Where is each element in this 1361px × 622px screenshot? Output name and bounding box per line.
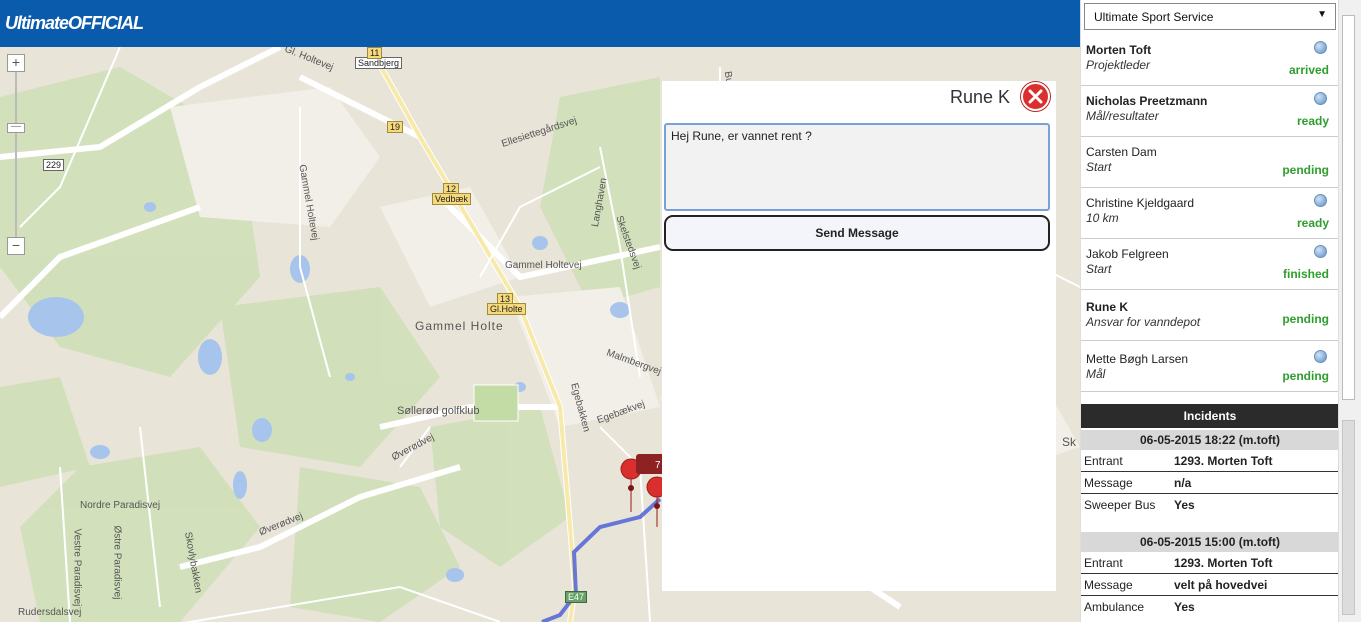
- road-shield: 229: [43, 159, 65, 171]
- map-label-street: Østre Paradisvej: [111, 525, 123, 600]
- sidebar: Ultimate Sport Service ▼ Morten Toft Pro…: [1080, 0, 1339, 622]
- incident-key: Entrant: [1084, 556, 1123, 570]
- close-button[interactable]: [1021, 82, 1050, 111]
- person-role: Projektleder: [1086, 58, 1151, 72]
- person-row[interactable]: Morten Toft Projektleder arrived: [1081, 35, 1339, 86]
- globe-icon[interactable]: [1314, 350, 1327, 363]
- map-label-street: Nordre Paradisvej: [80, 500, 161, 511]
- map-label-town: Gammel Holte: [415, 319, 504, 333]
- person-role: Ansvar for vanndepot: [1086, 315, 1201, 329]
- status-label: pending: [1282, 312, 1329, 326]
- incident-key: Ambulance: [1084, 600, 1145, 614]
- zoom-in-button[interactable]: +: [7, 54, 25, 72]
- globe-icon[interactable]: [1314, 194, 1327, 207]
- team-select-value: Ultimate Sport Service: [1094, 10, 1214, 24]
- road-shield: 19: [387, 121, 404, 133]
- map-place-sign: Vedbæk: [432, 193, 472, 205]
- chevron-down-icon: ▼: [1317, 9, 1327, 20]
- incident-row: Ambulance Yes: [1081, 596, 1339, 618]
- person-name: Christine Kjeldgaard: [1086, 196, 1195, 210]
- close-icon: [1028, 89, 1043, 104]
- person-row[interactable]: Mette Bøgh Larsen Mål pending: [1081, 341, 1339, 392]
- person-name: Mette Bøgh Larsen: [1086, 352, 1189, 366]
- status-label: ready: [1296, 216, 1329, 230]
- road-shield: 11: [367, 47, 383, 59]
- incident-date: 06-05-2015 15:00 (m.toft): [1081, 532, 1339, 552]
- zoom-out-button[interactable]: −: [7, 237, 25, 255]
- incident-value: 1293. Morten Toft: [1174, 454, 1273, 468]
- send-message-button[interactable]: Send Message: [664, 215, 1050, 251]
- person-name: Morten Toft: [1086, 43, 1152, 57]
- incident-value: n/a: [1174, 476, 1192, 490]
- person-row[interactable]: Nicholas Preetzmann Mål/resultater ready: [1081, 86, 1339, 137]
- person-name: Rune K: [1086, 300, 1128, 314]
- incident-key: Sweeper Bus: [1084, 498, 1156, 512]
- zoom-slider-handle[interactable]: —: [7, 122, 25, 133]
- incident-key: Entrant: [1084, 454, 1123, 468]
- scrollbar-track-lower[interactable]: [1342, 420, 1355, 615]
- person-row[interactable]: Jakob Felgreen Start finished: [1081, 239, 1339, 290]
- map-label-golf: Søllerød golfklub: [397, 405, 480, 417]
- person-row[interactable]: Rune K Ansvar for vanndepot pending: [1081, 290, 1339, 341]
- incident-key: Message: [1084, 476, 1133, 490]
- person-role: Start: [1086, 262, 1112, 276]
- road-shield: E47: [565, 591, 588, 603]
- message-input[interactable]: Hej Rune, er vannet rent ?: [664, 123, 1050, 211]
- marker-badge-text: 7: [655, 460, 661, 471]
- status-label: ready: [1296, 114, 1329, 128]
- incident-row: Entrant 1293. Morten Toft: [1081, 552, 1339, 574]
- incident-row: Sweeper Bus Yes: [1081, 494, 1339, 530]
- map-label-street: Gammel Holtevej: [505, 260, 582, 271]
- zoom-slider-track[interactable]: [15, 72, 17, 239]
- globe-icon[interactable]: [1314, 92, 1327, 105]
- map-label-town: Sk: [1062, 435, 1077, 449]
- status-label: pending: [1282, 369, 1329, 383]
- incident-value: Yes: [1174, 498, 1195, 512]
- incident-value: velt på hovedvei: [1174, 578, 1268, 592]
- incident-date: 06-05-2015 18:22 (m.toft): [1081, 430, 1339, 450]
- team-select[interactable]: Ultimate Sport Service ▼: [1084, 3, 1336, 30]
- globe-icon[interactable]: [1314, 245, 1327, 258]
- incident-key: Message: [1084, 578, 1133, 592]
- globe-icon[interactable]: [1314, 41, 1327, 54]
- incident-value: 1293. Morten Toft: [1174, 556, 1273, 570]
- sidebar-scrollbar[interactable]: [1338, 0, 1361, 622]
- person-row[interactable]: Christine Kjeldgaard 10 km ready: [1081, 188, 1339, 239]
- map-place-sign: Gl.Holte: [487, 303, 526, 315]
- map-label-street: Vestre Paradisvej: [71, 528, 83, 607]
- incident-value: Yes: [1174, 600, 1195, 614]
- incident-row: Message n/a: [1081, 472, 1339, 494]
- incident-row: Message velt på hovedvei: [1081, 574, 1339, 596]
- person-name: Nicholas Preetzmann: [1086, 94, 1208, 108]
- header-bar: UltimateOFFICIAL: [0, 0, 1080, 47]
- person-role: Start: [1086, 160, 1112, 174]
- incident-row: Entrant 1293. Morten Toft: [1081, 450, 1339, 472]
- status-label: pending: [1282, 163, 1329, 177]
- status-label: finished: [1282, 267, 1329, 281]
- logo: UltimateOFFICIAL: [5, 13, 144, 33]
- app-root: UltimateOFFICIAL 7 + — − Gl. Holtevej Ga…: [0, 0, 1361, 622]
- status-label: arrived: [1288, 63, 1329, 77]
- scrollbar-thumb[interactable]: [1342, 15, 1355, 400]
- person-role: 10 km: [1086, 211, 1119, 225]
- person-name: Carsten Dam: [1086, 145, 1157, 159]
- map-label-street: Rudersdalsvej: [18, 607, 82, 618]
- incidents-header: Incidents: [1081, 404, 1339, 428]
- person-role: Mål/resultater: [1086, 109, 1159, 123]
- dialog-title: Rune K: [949, 87, 1010, 107]
- person-name: Jakob Felgreen: [1086, 247, 1169, 261]
- message-dialog: Rune K Hej Rune, er vannet rent ? Send M…: [662, 81, 1056, 591]
- person-role: Mål: [1086, 367, 1106, 381]
- person-row[interactable]: Carsten Dam Start pending: [1081, 137, 1339, 188]
